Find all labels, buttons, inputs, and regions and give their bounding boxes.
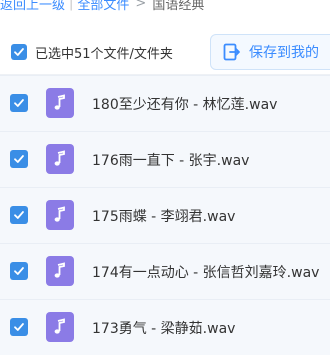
file-row[interactable]: 180至少还有你 - 林忆莲.wav xyxy=(0,75,330,131)
back-link[interactable]: 返回上一级 xyxy=(0,0,65,13)
save-button-label: 保存到我的 xyxy=(249,45,319,61)
save-to-my-drive-button[interactable]: 保存到我的 xyxy=(210,34,330,70)
file-row[interactable]: 175雨蝶 - 李翊君.wav xyxy=(0,187,330,243)
checkmark-icon xyxy=(14,48,24,56)
music-file-icon xyxy=(46,256,74,286)
file-name[interactable]: 175雨蝶 - 李翊君.wav xyxy=(92,206,235,226)
file-checkbox[interactable] xyxy=(10,150,28,168)
checkmark-icon xyxy=(14,155,24,163)
breadcrumb-separator: | xyxy=(69,0,74,11)
checkmark-icon xyxy=(14,211,24,219)
selection-toolbar: 已选中51个文件/文件夹 保存到我的 xyxy=(0,30,330,75)
file-checkbox[interactable] xyxy=(10,262,28,280)
file-row[interactable]: 176雨一直下 - 张宇.wav xyxy=(0,131,330,187)
selection-count: 已选中51个文件/文件夹 xyxy=(35,47,173,62)
music-file-icon xyxy=(46,88,74,118)
file-name[interactable]: 176雨一直下 - 张宇.wav xyxy=(92,150,249,170)
select-all-checkbox[interactable] xyxy=(11,44,27,60)
current-folder: 国语经典 xyxy=(152,0,205,13)
file-row[interactable]: 173勇气 - 梁静茹.wav xyxy=(0,299,330,355)
file-checkbox[interactable] xyxy=(10,206,28,224)
breadcrumb-arrow: > xyxy=(135,0,147,11)
checkmark-icon xyxy=(14,99,24,107)
all-files-link[interactable]: 全部文件 xyxy=(77,0,129,13)
file-checkbox[interactable] xyxy=(10,94,28,112)
file-name[interactable]: 173勇气 - 梁静茹.wav xyxy=(92,318,235,338)
file-checkbox[interactable] xyxy=(10,318,28,336)
save-to-drive-icon xyxy=(223,43,240,61)
music-file-icon xyxy=(46,144,74,174)
checkmark-icon xyxy=(14,267,24,275)
file-row[interactable]: 174有一点动心 - 张信哲刘嘉玲.wav xyxy=(0,243,330,299)
file-name[interactable]: 180至少还有你 - 林忆莲.wav xyxy=(92,94,277,114)
music-file-icon xyxy=(46,200,74,230)
breadcrumb: 返回上一级 | 全部文件 > 国语经典 xyxy=(0,0,204,13)
file-name[interactable]: 174有一点动心 - 张信哲刘嘉玲.wav xyxy=(92,262,319,282)
checkmark-icon xyxy=(14,323,24,331)
music-file-icon xyxy=(46,312,74,342)
